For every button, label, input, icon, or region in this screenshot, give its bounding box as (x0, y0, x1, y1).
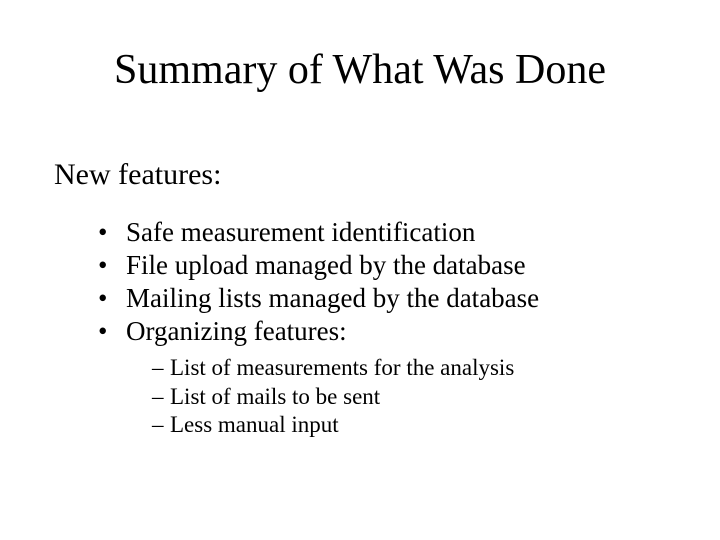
list-item: – Less manual input (152, 411, 514, 440)
list-item: – List of mails to be sent (152, 383, 514, 412)
bullet-text: Mailing lists managed by the database (126, 282, 539, 315)
sub-bullet-text: List of measurements for the analysis (170, 354, 514, 383)
sub-bullet-text: Less manual input (170, 411, 339, 440)
slide-title: Summary of What Was Done (0, 46, 720, 94)
sub-bullet-text: List of mails to be sent (170, 383, 380, 412)
list-item: • Organizing features: (98, 315, 539, 348)
bullet-icon: • (98, 249, 126, 282)
bullet-icon: • (98, 315, 126, 348)
slide-subtitle: New features: (54, 158, 221, 192)
slide: Summary of What Was Done New features: •… (0, 0, 720, 540)
list-item: • Safe measurement identification (98, 216, 539, 249)
dash-icon: – (152, 411, 170, 440)
bullet-text: File upload managed by the database (126, 249, 526, 282)
dash-icon: – (152, 383, 170, 412)
bullet-text: Organizing features: (126, 315, 347, 348)
list-item: • File upload managed by the database (98, 249, 539, 282)
list-item: • Mailing lists managed by the database (98, 282, 539, 315)
list-item: – List of measurements for the analysis (152, 354, 514, 383)
bullet-text: Safe measurement identification (126, 216, 475, 249)
sub-bullet-list: – List of measurements for the analysis … (152, 354, 514, 440)
bullet-list: • Safe measurement identification • File… (98, 216, 539, 348)
bullet-icon: • (98, 216, 126, 249)
bullet-icon: • (98, 282, 126, 315)
dash-icon: – (152, 354, 170, 383)
